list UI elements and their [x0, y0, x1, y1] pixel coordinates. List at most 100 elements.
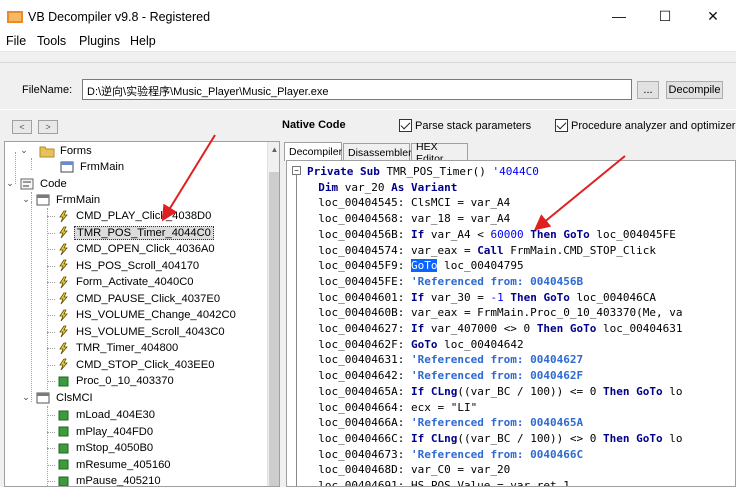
- tree-node-method[interactable]: mPlay_404FD0: [55, 424, 155, 441]
- collapse-toggle-icon[interactable]: ⌄: [21, 392, 31, 403]
- menu-file[interactable]: File: [6, 34, 26, 48]
- tree-node-method[interactable]: CMD_PLAY_Click_4038D0: [55, 208, 213, 225]
- scrollbar-thumb[interactable]: [269, 172, 279, 486]
- event-icon: [55, 292, 71, 306]
- code-line: Private Sub TMR_POS_Timer() '4044C0: [307, 165, 539, 178]
- code-line: loc_004045FE: 'Referenced from: 0040456B: [305, 274, 584, 288]
- tree-node-form-frmmain[interactable]: FrmMain: [59, 159, 126, 176]
- tree-node-forms[interactable]: Forms: [39, 143, 94, 160]
- menu-tools[interactable]: Tools: [37, 34, 66, 48]
- tree-node-method[interactable]: CMD_PAUSE_Click_4037E0: [55, 291, 222, 308]
- minimize-button[interactable]: —: [596, 0, 642, 32]
- tree-node-method[interactable]: mStop_4050B0: [55, 440, 155, 457]
- tree-node-method[interactable]: Form_Activate_4040C0: [55, 274, 196, 291]
- scroll-up-icon[interactable]: ▲: [268, 142, 279, 156]
- code-editor[interactable]: − Private Sub TMR_POS_Timer() '4044C0 Di…: [286, 160, 736, 487]
- tree-node-method[interactable]: HS_VOLUME_Scroll_4043C0: [55, 324, 227, 341]
- tree-node-code[interactable]: Code: [19, 176, 69, 193]
- collapse-toggle-icon[interactable]: ⌄: [21, 194, 31, 205]
- tree-node-method[interactable]: CMD_STOP_Click_403EE0: [55, 357, 216, 374]
- tree-node-method[interactable]: CMD_OPEN_Click_4036A0: [55, 241, 217, 258]
- app-icon: [7, 11, 23, 23]
- tab-hex-editor[interactable]: HEX Editor: [411, 141, 468, 165]
- tab-disassembler[interactable]: Disassembler: [343, 143, 412, 161]
- form-icon: [59, 160, 75, 174]
- procedure-icon: [55, 441, 71, 455]
- tree-line: [31, 202, 32, 402]
- tab-decompiler[interactable]: Decompiler: [284, 142, 342, 161]
- procedure-icon: [55, 474, 71, 486]
- tree-line: [47, 232, 55, 234]
- forward-button[interactable]: >: [38, 120, 58, 134]
- menu-help[interactable]: Help: [130, 34, 156, 48]
- tree-line: [47, 431, 55, 433]
- code-line: loc_00404691: HS_POS.Value = var_ret_1: [305, 479, 570, 487]
- event-icon: [55, 341, 71, 355]
- code-line: loc_0040462F: GoTo loc_00404642: [305, 337, 524, 351]
- tree-node-method[interactable]: mLoad_404E30: [55, 407, 157, 424]
- tree-line: [47, 265, 55, 267]
- tree-line: [47, 249, 55, 250]
- tree-line: [47, 282, 55, 283]
- tree-line: [47, 448, 55, 449]
- tree-line: [47, 364, 55, 366]
- maximize-button[interactable]: ☐: [642, 0, 688, 32]
- parse-stack-checkbox[interactable]: Parse stack parameters: [399, 119, 531, 132]
- event-icon: [55, 275, 71, 289]
- procedure-icon: [55, 458, 71, 472]
- project-tree[interactable]: ⌄ Forms FrmMain ⌄ Code ⌄ FrmMain CMD_PLA…: [4, 141, 280, 487]
- code-line: loc_00404627: If var_407000 <> 0 Then Go…: [305, 322, 683, 335]
- fold-toggle-icon[interactable]: −: [292, 166, 301, 175]
- decompile-button[interactable]: Decompile: [666, 81, 723, 99]
- procedure-icon: [55, 425, 71, 439]
- event-icon: [55, 242, 71, 256]
- tree-line: [47, 381, 55, 382]
- tree-scrollbar[interactable]: ▲: [267, 142, 279, 486]
- tree-node-method[interactable]: mResume_405160: [55, 457, 173, 474]
- event-icon: [55, 325, 71, 339]
- code-line: loc_00404664: ecx = "LI": [305, 400, 478, 414]
- filename-label: FileName:: [22, 84, 73, 96]
- fold-guide: [296, 175, 297, 486]
- menu-plugins[interactable]: Plugins: [79, 34, 120, 48]
- browse-button[interactable]: ...: [637, 81, 659, 99]
- folder-icon: [39, 144, 55, 158]
- event-icon: [55, 226, 71, 240]
- tree-line: [31, 192, 32, 202]
- native-code-label: Native Code: [282, 119, 346, 131]
- tree-line: [15, 152, 16, 184]
- back-button[interactable]: <: [12, 120, 32, 134]
- procedure-analyzer-checkbox[interactable]: Procedure analyzer and optimizer: [555, 119, 735, 132]
- close-button[interactable]: ✕: [690, 0, 736, 32]
- checkbox-checked-icon: [399, 119, 412, 132]
- code-line: loc_00404545: ClsMCI = var_A4: [305, 196, 511, 210]
- event-icon: [55, 308, 71, 322]
- window-title: VB Decompiler v9.8 - Registered: [28, 10, 211, 24]
- tree-node-method[interactable]: TMR_Timer_404800: [55, 340, 180, 357]
- code-line: loc_00404568: var_18 = var_A4: [305, 212, 511, 226]
- filename-input[interactable]: D:\逆向\实验程序\Music_Player\Music_Player.exe: [82, 79, 632, 100]
- checkbox-checked-icon: [555, 119, 568, 132]
- collapse-toggle-icon[interactable]: ⌄: [19, 145, 29, 156]
- tree-line: [47, 331, 55, 333]
- collapse-toggle-icon[interactable]: ⌄: [5, 178, 15, 189]
- tree-node-method[interactable]: HS_POS_Scroll_404170: [55, 258, 201, 275]
- code-line: loc_0040465A: If CLng((var_BC / 100)) <=…: [305, 384, 683, 398]
- tree-line: [47, 415, 55, 416]
- code-line: loc_00404574: var_eax = Call FrmMain.CMD…: [305, 243, 657, 257]
- tree-node-frmmain[interactable]: FrmMain: [35, 192, 102, 209]
- tree-line: [47, 406, 48, 486]
- tree-node-clsmci[interactable]: ClsMCI: [35, 390, 95, 407]
- code-line: loc_0040466C: If CLng((var_BC / 100)) <>…: [305, 431, 683, 445]
- tree-line: [31, 158, 32, 170]
- code-line: loc_00404642: 'Referenced from: 0040462F: [305, 369, 584, 383]
- tree-node-method[interactable]: HS_VOLUME_Change_4042C0: [55, 307, 238, 324]
- procedure-icon: [55, 408, 71, 422]
- tree-node-method[interactable]: mPause_405210: [55, 473, 163, 486]
- tree-node-method[interactable]: Proc_0_10_403370: [55, 373, 176, 390]
- tree-line: [47, 481, 55, 482]
- code-icon: [19, 177, 35, 191]
- code-line: loc_00404673: 'Referenced from: 0040466C: [305, 447, 584, 461]
- tree-node-method[interactable]: TMR_POS_Timer_4044C0: [55, 225, 214, 242]
- code-line: loc_0040468D: var_C0 = var_20: [305, 463, 511, 477]
